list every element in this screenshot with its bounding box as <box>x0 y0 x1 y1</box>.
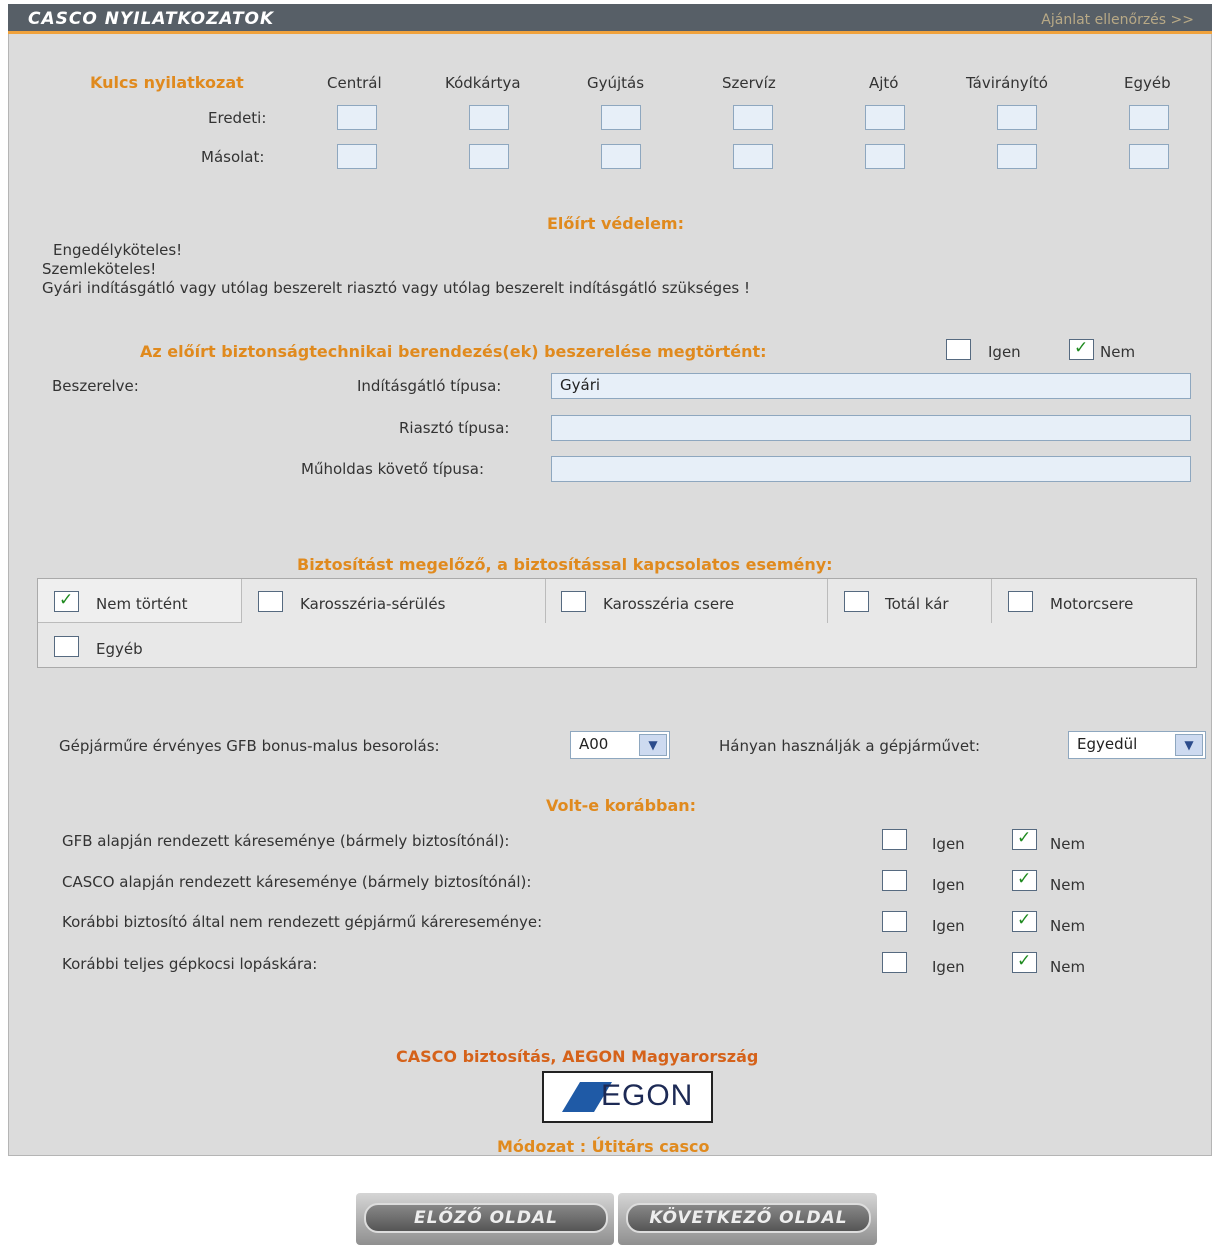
users-label: Hányan használják a gépjárművet: <box>719 737 981 755</box>
bonus-malus-select[interactable]: A00 ▼ <box>570 731 670 759</box>
event-body-damage-checkbox[interactable] <box>258 591 283 612</box>
section-header: CASCO NYILATKOZATOK Ajánlat ellenőrzés >… <box>8 4 1212 34</box>
next-page-label: KÖVETKEZŐ OLDAL <box>626 1203 871 1233</box>
key-copy-door-input[interactable] <box>865 144 905 169</box>
history-casco-no-label: Nem <box>1050 876 1086 894</box>
history-unsettled-yes-label: Igen <box>932 917 965 935</box>
bonus-malus-value: A00 <box>579 735 609 753</box>
next-page-button[interactable]: KÖVETKEZŐ OLDAL <box>618 1193 877 1245</box>
key-original-remote-input[interactable] <box>997 105 1037 130</box>
key-original-ignition-input[interactable] <box>601 105 641 130</box>
key-original-central-input[interactable] <box>337 105 377 130</box>
prev-page-label: ELŐZŐ OLDAL <box>364 1203 608 1233</box>
key-col-door: Ajtó <box>869 74 899 92</box>
install-question: Az előírt biztonságtechnikai berendezés(… <box>140 342 767 361</box>
plan-label: Módozat : Útitárs casco <box>497 1137 710 1156</box>
history-gfb-no-checkbox[interactable] <box>1012 828 1037 850</box>
history-casco-yes-checkbox[interactable] <box>882 870 907 891</box>
key-row-original-label: Eredeti: <box>208 109 267 127</box>
event-engine-replace-label: Motorcsere <box>1050 595 1134 613</box>
history-casco-no-checkbox[interactable] <box>1012 869 1037 891</box>
installed-label: Beszerelve: <box>52 377 139 395</box>
protection-line-3: Gyári indításgátló vagy utólag beszerelt… <box>42 279 751 297</box>
history-theft-no-label: Nem <box>1050 958 1086 976</box>
key-col-ignition: Gyújtás <box>587 74 645 92</box>
event-engine-replace-checkbox[interactable] <box>1008 591 1033 612</box>
key-section-title: Kulcs nyilatkozat <box>90 73 244 92</box>
history-theft-yes-label: Igen <box>932 958 965 976</box>
key-original-door-input[interactable] <box>865 105 905 130</box>
users-value: Egyedül <box>1077 735 1138 753</box>
history-title: Volt-e korábban: <box>546 796 697 815</box>
event-total-loss-checkbox[interactable] <box>844 591 869 612</box>
event-body-replace-checkbox[interactable] <box>561 591 586 612</box>
users-select[interactable]: Egyedül ▼ <box>1068 731 1206 759</box>
event-body-replace-label: Karosszéria csere <box>603 595 735 613</box>
offer-check-link[interactable]: Ajánlat ellenőrzés >> <box>1041 12 1194 28</box>
history-gfb-yes-checkbox[interactable] <box>882 829 907 850</box>
chevron-down-icon: ▼ <box>1175 734 1203 756</box>
protection-line-2: Szemleköteles! <box>42 260 157 278</box>
history-casco-yes-label: Igen <box>932 876 965 894</box>
key-col-card: Kódkártya <box>445 74 521 92</box>
satellite-tracker-input[interactable] <box>551 456 1191 482</box>
alarm-type-input[interactable] <box>551 415 1191 441</box>
key-original-card-input[interactable] <box>469 105 509 130</box>
install-no-label: Nem <box>1100 343 1136 361</box>
history-question-theft: Korábbi teljes gépkocsi lopáskára: <box>62 955 318 973</box>
chevron-down-icon: ▼ <box>639 734 667 756</box>
key-col-other: Egyéb <box>1124 74 1171 92</box>
history-theft-yes-checkbox[interactable] <box>882 952 907 973</box>
history-question-gfb: GFB alapján rendezett káreseménye (bárme… <box>62 832 510 850</box>
key-copy-service-input[interactable] <box>733 144 773 169</box>
page-title: CASCO NYILATKOZATOK <box>28 9 275 29</box>
immobilizer-label: Indításgátló típusa: <box>357 377 502 395</box>
events-title: Biztosítást megelőző, a biztosítással ka… <box>297 555 833 574</box>
install-yes-label: Igen <box>988 343 1021 361</box>
event-other-label: Egyéb <box>96 640 143 658</box>
protection-line-1: Engedélyköteles! <box>53 241 183 259</box>
aegon-logo: EGON <box>542 1071 713 1123</box>
history-unsettled-no-label: Nem <box>1050 917 1086 935</box>
immobilizer-type-input[interactable]: Gyári <box>551 373 1191 399</box>
key-row-copy-label: Másolat: <box>201 148 265 166</box>
protection-title: Előírt védelem: <box>547 214 684 233</box>
event-none-label: Nem történt <box>96 595 188 613</box>
insurer-title: CASCO biztosítás, AEGON Magyarország <box>396 1047 759 1066</box>
event-body-damage-label: Karosszéria-sérülés <box>300 595 446 613</box>
event-total-loss-label: Totál kár <box>885 595 949 613</box>
key-col-service: Szervíz <box>722 74 776 92</box>
aegon-logo-text: EGON <box>601 1079 694 1112</box>
history-theft-no-checkbox[interactable] <box>1012 951 1037 973</box>
event-none-checkbox[interactable] <box>54 590 79 612</box>
bonus-malus-label: Gépjárműre érvényes GFB bonus-malus beso… <box>59 737 440 755</box>
key-copy-remote-input[interactable] <box>997 144 1037 169</box>
history-gfb-yes-label: Igen <box>932 835 965 853</box>
key-original-service-input[interactable] <box>733 105 773 130</box>
key-copy-central-input[interactable] <box>337 144 377 169</box>
key-col-central: Centrál <box>327 74 382 92</box>
key-col-remote: Távirányító <box>966 74 1048 92</box>
alarm-label: Riasztó típusa: <box>399 419 510 437</box>
install-no-checkbox[interactable] <box>1069 338 1094 360</box>
key-copy-other-input[interactable] <box>1129 144 1169 169</box>
install-yes-checkbox[interactable] <box>946 339 971 360</box>
history-question-casco: CASCO alapján rendezett káreseménye (bár… <box>62 873 532 891</box>
prev-page-button[interactable]: ELŐZŐ OLDAL <box>356 1193 614 1245</box>
history-gfb-no-label: Nem <box>1050 835 1086 853</box>
history-unsettled-yes-checkbox[interactable] <box>882 911 907 932</box>
key-copy-ignition-input[interactable] <box>601 144 641 169</box>
satellite-label: Műholdas követő típusa: <box>301 460 484 478</box>
history-unsettled-no-checkbox[interactable] <box>1012 910 1037 932</box>
key-original-other-input[interactable] <box>1129 105 1169 130</box>
event-other-checkbox[interactable] <box>54 636 79 657</box>
history-question-unsettled: Korábbi biztosító által nem rendezett gé… <box>62 913 543 931</box>
key-copy-card-input[interactable] <box>469 144 509 169</box>
